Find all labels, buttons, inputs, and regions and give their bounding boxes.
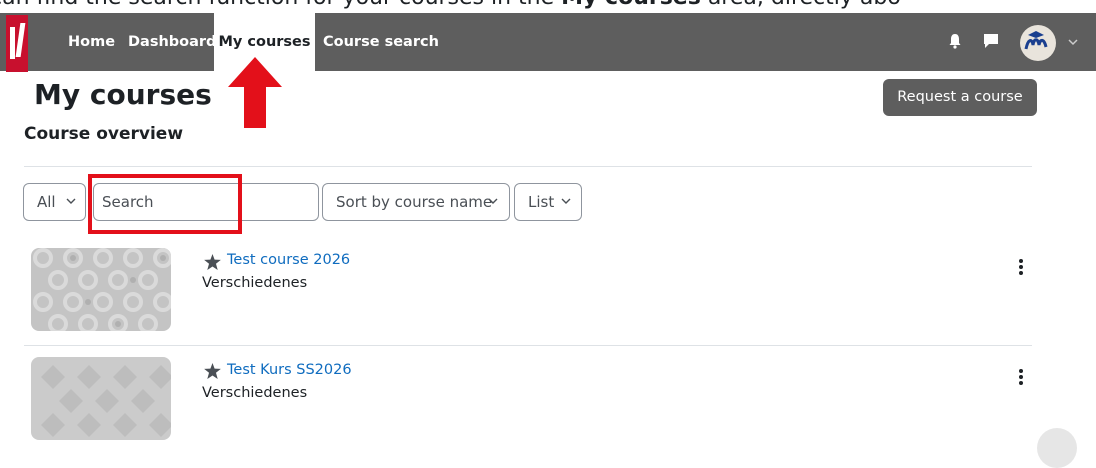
- sort-dropdown[interactable]: Sort by course name: [322, 183, 510, 221]
- star-icon[interactable]: [204, 363, 221, 379]
- caption-text: can find the search function for your co…: [0, 0, 561, 10]
- grouping-label: All: [37, 193, 56, 211]
- red-arrow-annotation: [228, 57, 282, 128]
- course-category: Verschiedenes: [202, 385, 308, 401]
- course-link[interactable]: Test course 2026: [227, 252, 350, 268]
- instruction-caption: can find the search function for your co…: [0, 0, 1096, 14]
- view-dropdown[interactable]: List: [514, 183, 582, 221]
- user-avatar[interactable]: [1020, 25, 1056, 61]
- nav-home[interactable]: Home: [68, 13, 115, 71]
- request-course-button[interactable]: Request a course: [883, 79, 1037, 116]
- nav-course-search[interactable]: Course search: [323, 13, 439, 71]
- course-image[interactable]: [31, 248, 171, 331]
- search-highlight-annotation: [88, 174, 242, 234]
- nav-dashboard[interactable]: Dashboard: [128, 13, 216, 71]
- divider: [24, 166, 1032, 167]
- caption-bold: My courses: [561, 0, 701, 10]
- section-title: Course overview: [24, 124, 184, 144]
- bell-icon[interactable]: [947, 33, 963, 49]
- chevron-down-icon: [561, 198, 571, 204]
- course-link[interactable]: Test Kurs SS2026: [227, 362, 352, 378]
- help-button[interactable]: [1037, 428, 1077, 468]
- chat-icon[interactable]: [982, 32, 1000, 50]
- site-logo[interactable]: [6, 15, 28, 72]
- star-icon[interactable]: [204, 254, 221, 270]
- sort-label: Sort by course name: [336, 193, 493, 211]
- chevron-down-icon[interactable]: [1068, 38, 1078, 46]
- divider: [24, 345, 1032, 346]
- grouping-dropdown[interactable]: All: [23, 183, 86, 221]
- chevron-down-icon: [488, 198, 498, 204]
- chevron-down-icon: [66, 198, 76, 204]
- caption-text-end: area, directly abo: [701, 0, 901, 10]
- course-category: Verschiedenes: [202, 275, 308, 291]
- page-title: My courses: [34, 78, 212, 111]
- course-image[interactable]: [31, 357, 171, 440]
- view-label: List: [528, 193, 555, 211]
- more-options-icon[interactable]: [1016, 368, 1026, 386]
- more-options-icon[interactable]: [1016, 258, 1026, 276]
